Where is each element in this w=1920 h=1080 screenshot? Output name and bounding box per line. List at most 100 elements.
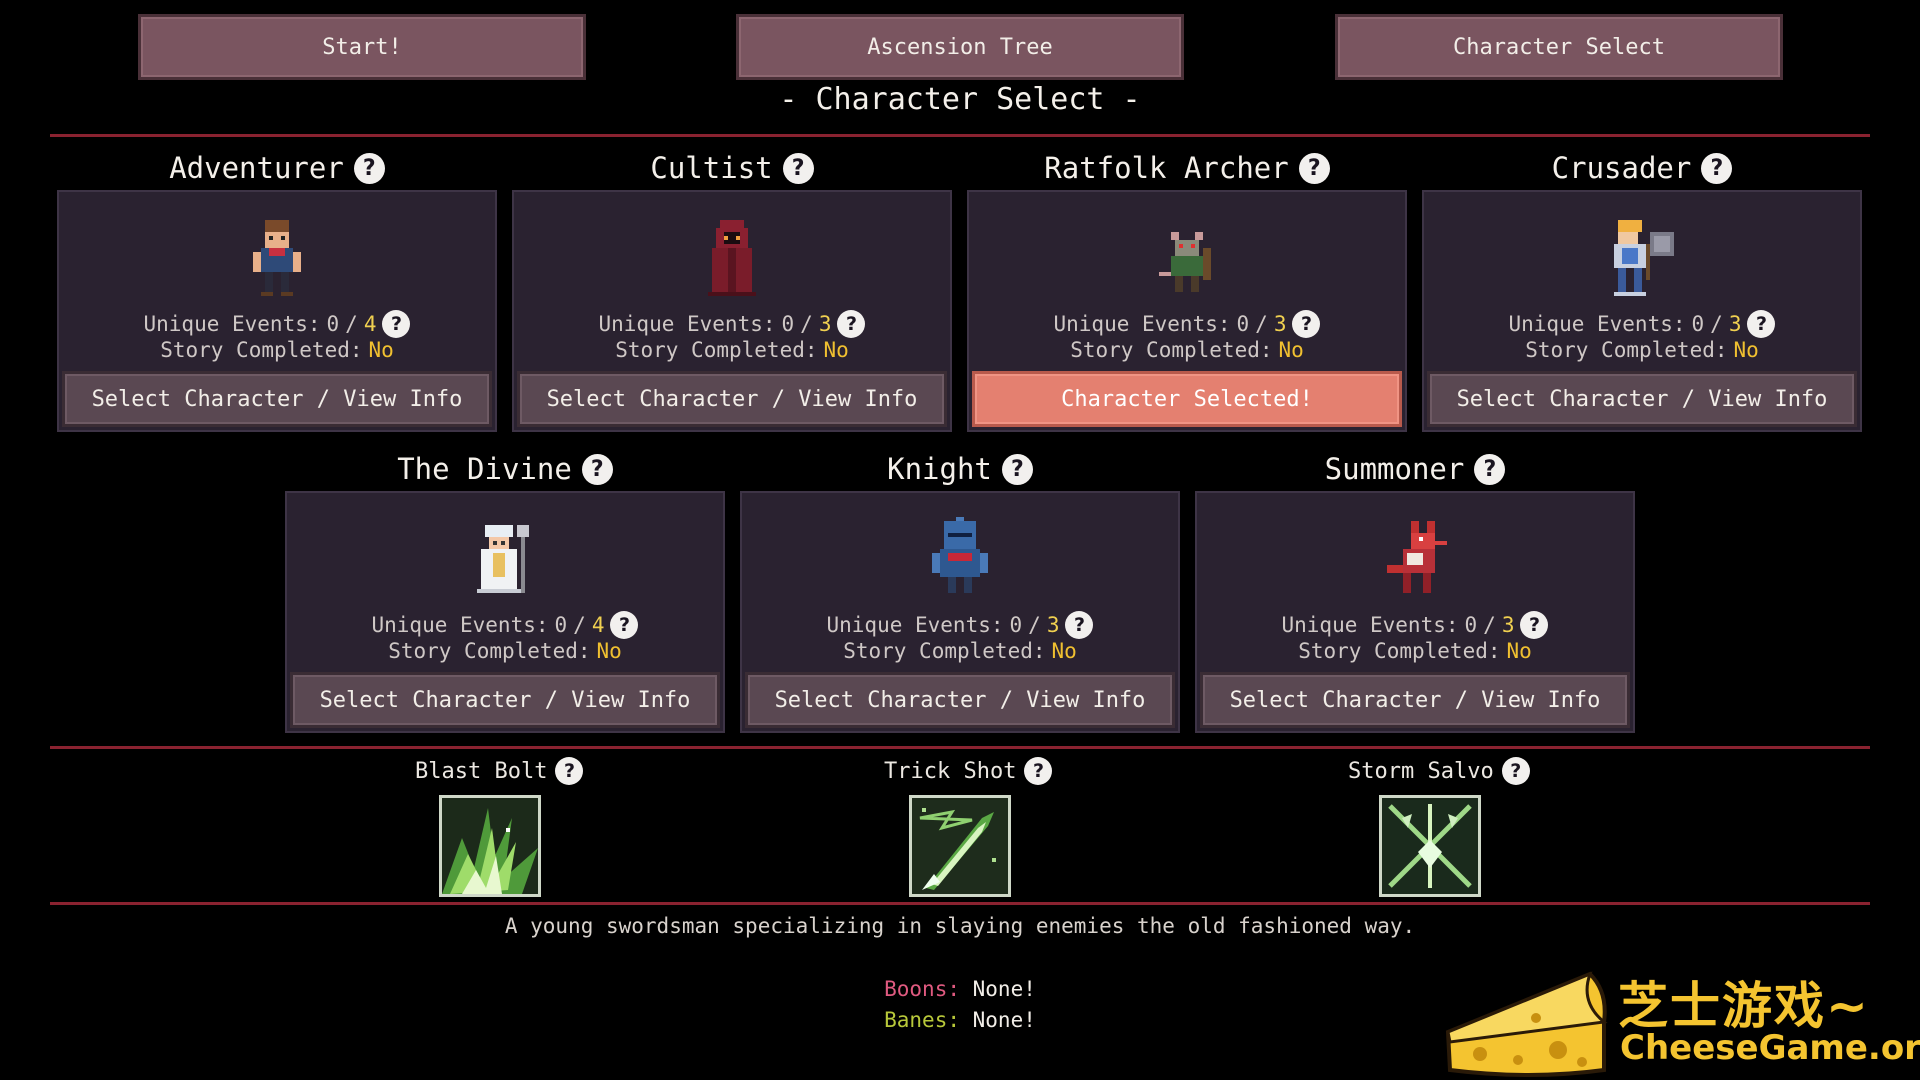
select-character-button[interactable]: Select Character / View Info	[745, 672, 1175, 728]
unique-events-separator: /	[1483, 613, 1496, 637]
help-icon[interactable]: ?	[1520, 611, 1549, 639]
unique-events-separator: /	[800, 312, 813, 336]
unique-events-label: Unique Events:	[598, 312, 776, 336]
divider-middle	[50, 746, 1870, 749]
unique-events-total: 3	[1273, 312, 1287, 336]
start-button[interactable]: Start!	[138, 14, 586, 80]
summoner-sprite	[1375, 517, 1455, 601]
unique-events-label: Unique Events:	[1508, 312, 1686, 336]
character-card[interactable]: Unique Events: 0/3? Story Completed: No Sele…	[512, 190, 952, 432]
help-icon[interactable]: ?	[1474, 453, 1506, 485]
unique-events-total: 3	[1046, 613, 1060, 637]
unique-events-done: 0	[1691, 312, 1705, 336]
unique-events-done: 0	[781, 312, 795, 336]
help-icon[interactable]: ?	[837, 310, 866, 338]
character-title: Cultist?	[512, 148, 952, 188]
unique-events-line: Unique Events: 0/3?	[1197, 611, 1633, 639]
help-icon[interactable]: ?	[382, 310, 411, 338]
story-completed-value: No	[1506, 639, 1532, 663]
story-completed-label: Story Completed:	[1525, 338, 1728, 362]
character-card[interactable]: Unique Events: 0/3? Story Completed: No Sele…	[1195, 491, 1635, 733]
story-completed-value: No	[596, 639, 622, 663]
character-card[interactable]: Unique Events: 0/4? Story Completed: No Sele…	[285, 491, 725, 733]
character-name: Adventurer	[169, 151, 344, 185]
boons-value: None!	[972, 977, 1036, 1001]
help-icon[interactable]: ?	[1024, 757, 1053, 785]
help-icon[interactable]: ?	[1065, 611, 1094, 639]
unique-events-done: 0	[1236, 312, 1250, 336]
unique-events-separator: /	[1028, 613, 1041, 637]
select-character-button[interactable]: Select Character / View Info	[1427, 371, 1857, 427]
unique-events-done: 0	[1009, 613, 1023, 637]
unique-events-label: Unique Events:	[826, 613, 1004, 637]
character-card[interactable]: Unique Events: 0/3? Story Completed: No Sele…	[740, 491, 1180, 733]
banes-value: None!	[972, 1008, 1036, 1032]
storm-salvo-icon[interactable]	[1379, 795, 1481, 897]
unique-events-separator: /	[345, 312, 358, 336]
crusader-sprite	[1602, 216, 1682, 300]
ascension-tree-button[interactable]: Ascension Tree	[736, 14, 1184, 80]
help-icon[interactable]: ?	[782, 152, 814, 184]
help-icon[interactable]: ?	[1701, 152, 1733, 184]
story-completed-line: Story Completed: No	[1197, 639, 1633, 663]
skill-name: Blast Bolt	[415, 758, 548, 784]
story-completed-line: Story Completed: No	[514, 338, 950, 362]
story-completed-label: Story Completed:	[1070, 338, 1273, 362]
knight-sprite	[920, 517, 1000, 601]
character-name: Crusader	[1551, 151, 1692, 185]
unique-events-label: Unique Events:	[1281, 613, 1459, 637]
unique-events-total: 3	[1728, 312, 1742, 336]
select-character-button[interactable]: Select Character / View Info	[517, 371, 947, 427]
help-icon[interactable]: ?	[610, 611, 639, 639]
help-icon[interactable]: ?	[1292, 310, 1321, 338]
character-card[interactable]: Unique Events: 0/3? Story Completed: No Sele…	[1422, 190, 1862, 432]
blast-bolt-icon[interactable]	[439, 795, 541, 897]
story-completed-line: Story Completed: No	[287, 639, 723, 663]
character-title: Knight?	[740, 449, 1180, 489]
help-icon[interactable]: ?	[555, 757, 584, 785]
cheese-logo-icon	[1445, 971, 1608, 1077]
story-completed-label: Story Completed:	[388, 639, 591, 663]
unique-events-line: Unique Events: 0/3?	[969, 310, 1405, 338]
character-card[interactable]: Unique Events: 0/4? Story Completed: No Sele…	[57, 190, 497, 432]
trick-shot-icon[interactable]	[909, 795, 1011, 897]
story-completed-label: Story Completed:	[160, 338, 363, 362]
unique-events-separator: /	[1255, 312, 1268, 336]
unique-events-done: 0	[554, 613, 568, 637]
story-completed-value: No	[823, 338, 849, 362]
story-completed-value: No	[1051, 639, 1077, 663]
character-description: A young swordsman specializing in slayin…	[504, 914, 1416, 938]
character-select-button[interactable]: Character Select	[1335, 14, 1783, 80]
screen-title: - Character Select -	[779, 82, 1141, 117]
divider-bottom	[50, 902, 1870, 905]
boons-label: Boons:	[884, 977, 960, 1001]
select-character-button[interactable]: Select Character / View Info	[290, 672, 720, 728]
unique-events-label: Unique Events:	[143, 312, 321, 336]
unique-events-done: 0	[326, 312, 340, 336]
select-character-button[interactable]: Select Character / View Info	[1200, 672, 1630, 728]
help-icon[interactable]: ?	[353, 152, 385, 184]
ratfolk-archer-sprite	[1147, 216, 1227, 300]
unique-events-total: 3	[818, 312, 832, 336]
banes-label: Banes:	[884, 1008, 960, 1032]
help-icon[interactable]: ?	[1501, 757, 1530, 785]
cultist-sprite	[692, 216, 772, 300]
unique-events-line: Unique Events: 0/3?	[742, 611, 1178, 639]
character-name: Cultist	[650, 151, 773, 185]
select-character-button[interactable]: Select Character / View Info	[62, 371, 492, 427]
character-title: Summoner?	[1195, 449, 1635, 489]
skill-label-blast-bolt: Blast Bolt ?	[415, 757, 584, 785]
character-selected-button[interactable]: Character Selected!	[972, 371, 1402, 427]
story-completed-label: Story Completed:	[843, 639, 1046, 663]
help-icon[interactable]: ?	[1298, 152, 1330, 184]
character-card[interactable]: Unique Events: 0/3? Story Completed: No Char…	[967, 190, 1407, 432]
story-completed-value: No	[1278, 338, 1304, 362]
watermark-en: CheeseGame.org	[1620, 1028, 1920, 1068]
character-name: The Divine	[397, 452, 572, 486]
story-completed-value: No	[1733, 338, 1759, 362]
help-icon[interactable]: ?	[1001, 453, 1033, 485]
help-icon[interactable]: ?	[581, 453, 613, 485]
character-title: Crusader?	[1422, 148, 1862, 188]
unique-events-line: Unique Events: 0/4?	[59, 310, 495, 338]
help-icon[interactable]: ?	[1747, 310, 1776, 338]
